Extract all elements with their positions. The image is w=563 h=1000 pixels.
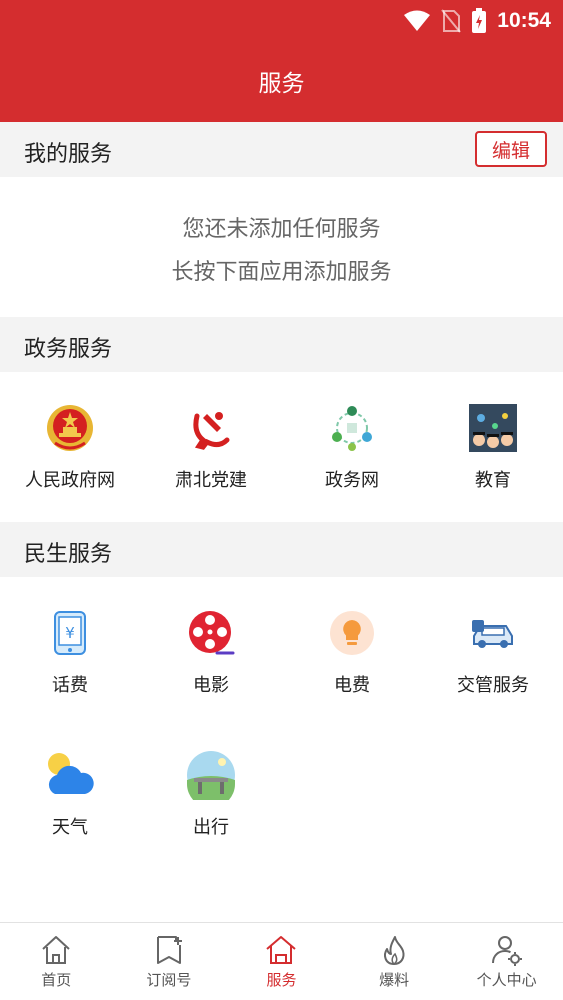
battery-charging-icon: [472, 8, 487, 33]
service-house-icon: [266, 936, 297, 964]
service-phone-bill[interactable]: ¥ 话费: [0, 607, 140, 697]
app-header: 10:54 服务: [0, 0, 563, 122]
section-title: 民生服务: [24, 542, 113, 567]
service-label: 交管服务: [457, 675, 529, 696]
service-label: 电影: [193, 675, 229, 696]
weather-icon: [44, 749, 96, 801]
service-gov-network[interactable]: 政务网: [282, 402, 422, 492]
gov-network-icon: [326, 402, 378, 454]
svg-text:¥: ¥: [65, 624, 75, 642]
service-label: 电费: [334, 675, 370, 696]
empty-hint-line1: 您还未添加任何服务: [182, 217, 381, 242]
service-electricity-bill[interactable]: 电费: [282, 607, 422, 697]
nav-label: 订阅号: [146, 971, 192, 989]
service-party-building[interactable]: 肃北党建: [141, 402, 281, 492]
life-services-header: 民生服务: [0, 522, 563, 577]
service-label: 天气: [52, 817, 88, 838]
no-sim-icon: [441, 9, 462, 33]
service-weather[interactable]: 天气: [0, 749, 140, 839]
nav-label: 首页: [41, 971, 72, 989]
wifi-icon: [404, 10, 431, 31]
flame-icon: [384, 936, 405, 965]
user-settings-icon: [491, 936, 522, 966]
education-icon: [467, 402, 519, 454]
gov-services-header: 政务服务: [0, 317, 563, 372]
nav-home[interactable]: 首页: [0, 923, 113, 1000]
nav-subscribe[interactable]: 订阅号: [113, 923, 226, 1000]
subscribe-icon: [156, 936, 182, 964]
nav-label: 爆料: [379, 971, 410, 989]
national-emblem-icon: [44, 402, 96, 454]
service-traffic[interactable]: 交管服务: [423, 607, 563, 697]
service-label: 教育: [475, 470, 511, 491]
empty-hint-line2: 长按下面应用添加服务: [171, 260, 392, 285]
service-label: 肃北党建: [175, 470, 247, 491]
phone-bill-icon: ¥: [44, 607, 96, 659]
service-gov-website[interactable]: 人民政府网: [0, 402, 140, 492]
section-title: 我的服务: [24, 142, 113, 167]
service-label: 政务网: [325, 470, 379, 491]
party-emblem-icon: [185, 402, 237, 454]
home-icon: [42, 936, 70, 964]
service-label: 人民政府网: [25, 470, 115, 491]
nav-tip-off[interactable]: 爆料: [338, 923, 451, 1000]
service-education[interactable]: 教育: [423, 402, 563, 492]
film-reel-icon: [185, 607, 237, 659]
bottom-nav: 首页 订阅号 服务 爆料 个人中心: [0, 922, 563, 1000]
status-bar: 10:54: [403, 6, 551, 36]
nav-service[interactable]: 服务: [225, 923, 338, 1000]
service-movie[interactable]: 电影: [141, 607, 281, 697]
traffic-car-icon: [467, 607, 519, 659]
nav-label: 服务: [266, 971, 297, 989]
service-travel[interactable]: 出行: [141, 749, 281, 839]
service-label: 话费: [52, 675, 88, 696]
edit-button[interactable]: 编辑: [475, 131, 547, 167]
service-label: 出行: [193, 817, 229, 838]
lightbulb-icon: [326, 607, 378, 659]
status-time: 10:54: [497, 9, 551, 32]
page-title: 服务: [258, 71, 305, 97]
nav-profile[interactable]: 个人中心: [450, 923, 563, 1000]
section-title: 政务服务: [24, 337, 113, 362]
my-services-header: 我的服务 编辑: [0, 122, 563, 177]
nav-label: 个人中心: [476, 971, 537, 989]
travel-icon: [185, 749, 237, 801]
